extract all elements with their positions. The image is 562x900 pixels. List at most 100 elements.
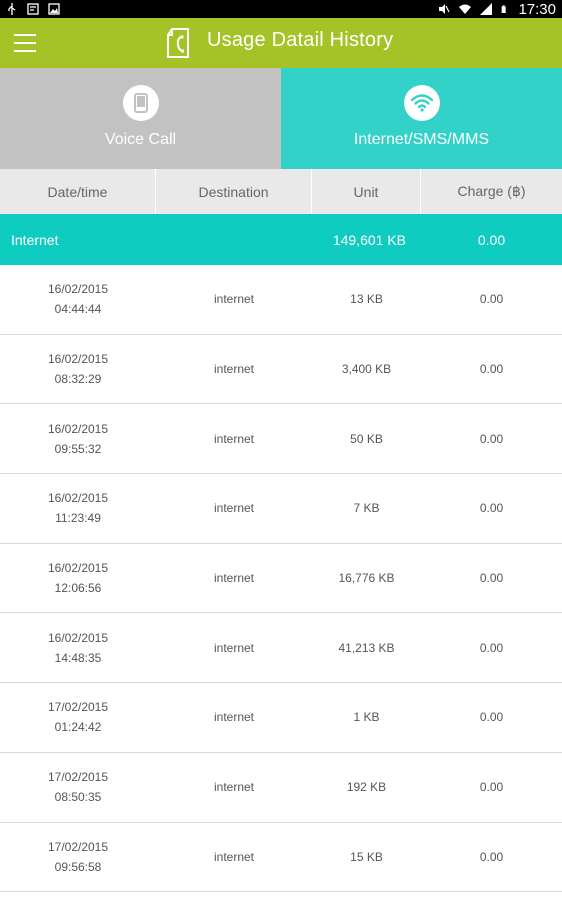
signal-icon: [480, 3, 493, 15]
table-row[interactable]: 17/02/2015 01:24:42 internet 1 KB 0.00: [0, 683, 562, 753]
row-time: 04:44:44: [54, 302, 102, 317]
row-date: 16/02/2015: [47, 352, 109, 367]
row-destination: internet: [213, 640, 255, 655]
tab-internet-icon-circle: [403, 85, 440, 121]
row-destination: internet: [213, 849, 255, 864]
row-date: 16/02/2015: [47, 282, 109, 297]
battery-icon: [502, 5, 507, 13]
status-bar: 17:30: [0, 0, 562, 18]
row-datetime: 16/02/2015 08:32:29: [0, 349, 156, 389]
wifi-icon: [459, 4, 472, 14]
row-charge: 0.00: [479, 780, 504, 795]
row-time: 08:32:29: [54, 372, 102, 387]
summary-row: Internet 149,601 KB 0.00: [0, 214, 562, 265]
summary-unit: 149,601 KB: [332, 232, 406, 248]
row-destination: internet: [213, 710, 255, 725]
row-charge: 0.00: [479, 501, 504, 516]
row-destination: internet: [213, 780, 255, 795]
summary-label: Internet: [11, 232, 59, 248]
row-destination: internet: [213, 501, 255, 516]
usb-icon: [8, 3, 16, 15]
tab-voice-call[interactable]: Voice Call: [0, 68, 281, 169]
row-destination: internet: [213, 431, 255, 446]
tab-voice-call-label: Voice Call: [104, 131, 177, 148]
column-header-charge: Charge (฿): [457, 183, 526, 199]
row-charge: 0.00: [479, 571, 504, 586]
row-date: 16/02/2015: [47, 421, 109, 436]
row-datetime: 16/02/2015 12:06:56: [0, 558, 156, 598]
table-row[interactable]: 16/02/2015 08:32:29 internet 3,400 KB 0.…: [0, 335, 562, 405]
row-destination: internet: [213, 362, 255, 377]
row-datetime: 17/02/2015 01:24:42: [0, 697, 156, 737]
row-unit: 15 KB: [350, 849, 383, 864]
menu-icon-line: [14, 50, 36, 52]
row-unit: 192 KB: [346, 780, 387, 795]
row-destination: internet: [213, 292, 255, 307]
row-time: 08:50:35: [54, 790, 102, 805]
phone-icon: [133, 93, 148, 113]
table-row[interactable]: 16/02/2015 11:23:49 internet 7 KB 0.00: [0, 474, 562, 544]
column-header-unit: Unit: [312, 169, 421, 214]
row-charge: 0.00: [479, 710, 504, 725]
page-title: Usage Datail History: [207, 29, 394, 51]
row-charge: 0.00: [479, 640, 504, 655]
table-row[interactable]: 17/02/2015 08:50:35 internet 192 KB 0.00: [0, 753, 562, 823]
row-charge: 0.00: [479, 292, 504, 307]
row-date: 16/02/2015: [47, 491, 109, 506]
status-time: 17:30: [518, 0, 556, 18]
row-datetime: 16/02/2015 11:23:49: [0, 488, 156, 528]
row-unit: 3,400 KB: [341, 362, 392, 377]
sim-info-icon: [27, 3, 39, 15]
wifi-icon: [410, 94, 433, 112]
row-unit: 13 KB: [350, 292, 383, 307]
tab-bar: Voice Call Internet/SMS/MMS: [0, 68, 562, 169]
menu-icon-line: [14, 34, 36, 36]
row-date: 16/02/2015: [47, 630, 109, 645]
row-time: 01:24:42: [54, 720, 102, 735]
row-time: 12:06:56: [54, 581, 102, 596]
row-unit: 16,776 KB: [338, 571, 395, 586]
menu-icon-line: [14, 42, 36, 44]
menu-button[interactable]: [14, 34, 36, 52]
row-charge: 0.00: [479, 849, 504, 864]
row-time: 14:48:35: [54, 650, 102, 665]
column-header-datetime: Date/time: [0, 169, 156, 214]
tab-internet-label: Internet/SMS/MMS: [353, 131, 490, 148]
status-right-icons: 17:30: [438, 1, 556, 18]
app-bar: Usage Datail History: [0, 18, 562, 68]
row-time: 11:23:49: [55, 511, 101, 526]
row-unit: 41,213 KB: [338, 640, 395, 655]
tab-voice-icon-circle: [122, 85, 159, 121]
image-icon: [48, 3, 60, 15]
usage-document-icon: [167, 28, 189, 58]
row-time: 09:55:32: [54, 441, 102, 456]
table-row[interactable]: 16/02/2015 04:44:44 internet 13 KB 0.00: [0, 265, 562, 335]
row-date: 16/02/2015: [47, 561, 109, 576]
table-header: Date/time Destination Unit Charge (฿): [0, 169, 562, 214]
row-time: 09:56:58: [54, 859, 102, 874]
table-row[interactable]: 16/02/2015 09:55:32 internet 50 KB 0.00: [0, 404, 562, 475]
table-row[interactable]: 17/02/2015 09:56:58 internet 15 KB 0.00: [0, 823, 562, 893]
row-charge: 0.00: [479, 362, 504, 377]
mute-icon: [439, 4, 450, 14]
table-row[interactable]: 16/02/2015 12:06:56 internet 16,776 KB 0…: [0, 544, 562, 614]
tab-internet-sms-mms[interactable]: Internet/SMS/MMS: [281, 68, 562, 169]
row-datetime: 16/02/2015 14:48:35: [0, 628, 156, 668]
status-left-icons: [6, 3, 60, 15]
row-date: 17/02/2015: [47, 770, 109, 785]
row-datetime: 16/02/2015 09:55:32: [0, 419, 156, 459]
row-unit: 7 KB: [353, 501, 380, 516]
row-charge: 0.00: [479, 431, 504, 446]
table-row[interactable]: 16/02/2015 14:48:35 internet 41,213 KB 0…: [0, 613, 562, 684]
row-date: 17/02/2015: [47, 700, 109, 715]
row-datetime: 17/02/2015 09:56:58: [0, 837, 156, 877]
row-unit: 1 KB: [353, 710, 380, 725]
row-date: 17/02/2015: [47, 839, 109, 854]
row-datetime: 16/02/2015 04:44:44: [0, 279, 156, 319]
row-unit: 50 KB: [350, 431, 383, 446]
row-datetime: 17/02/2015 08:50:35: [0, 767, 156, 807]
row-destination: internet: [213, 571, 255, 586]
summary-charge: 0.00: [477, 232, 506, 248]
column-header-destination: Destination: [156, 169, 312, 214]
usage-list[interactable]: 16/02/2015 04:44:44 internet 13 KB 0.00 …: [0, 265, 562, 893]
